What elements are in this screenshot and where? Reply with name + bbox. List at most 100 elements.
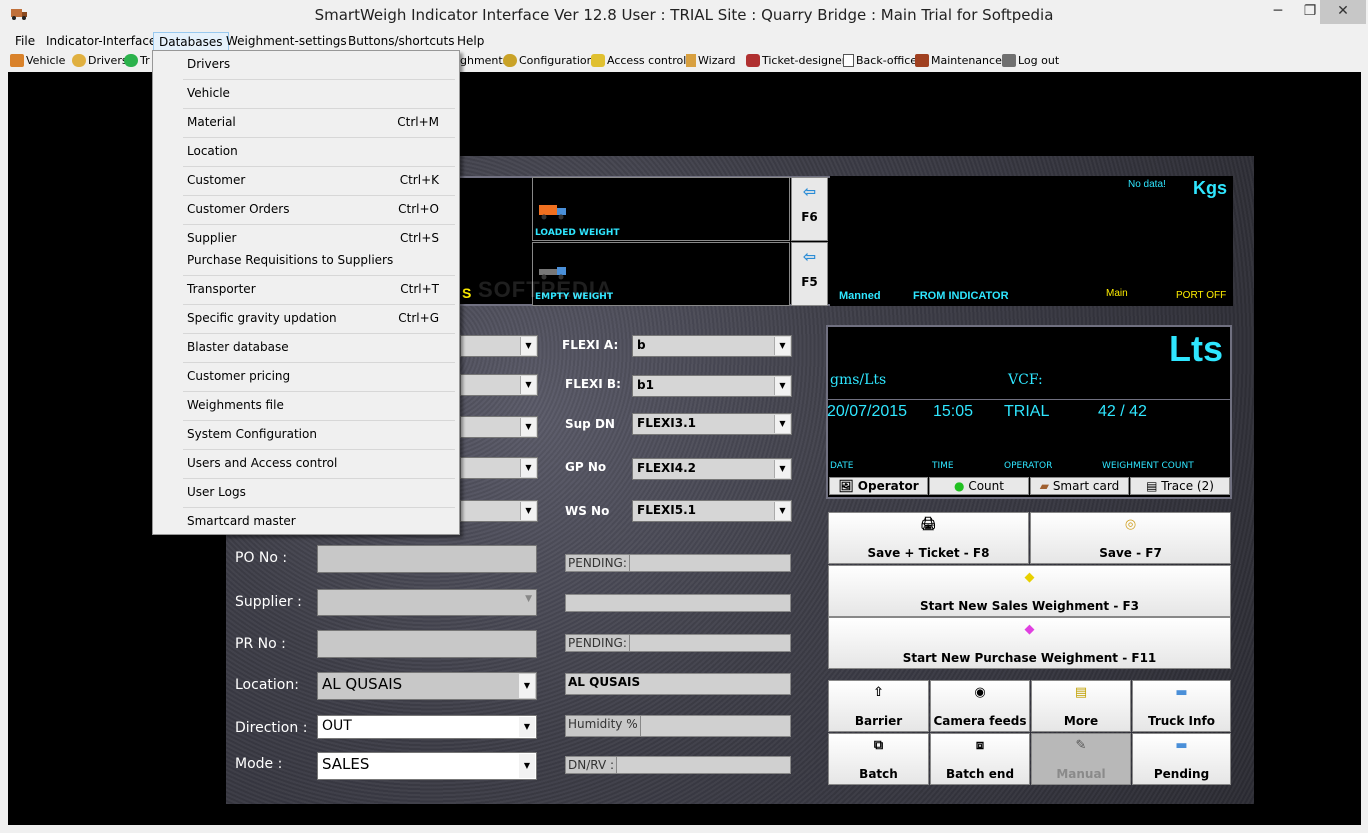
toolbar-ticket-designer[interactable]: Ticket-designer <box>746 54 846 67</box>
menu-item-weighments-file[interactable]: Weighments file <box>155 394 457 416</box>
menu-item-customer[interactable]: Customer Ctrl+K <box>155 169 457 191</box>
menu-item-material[interactable]: Material Ctrl+M <box>155 111 457 133</box>
toolbar-log-out[interactable]: Log out <box>1002 54 1059 67</box>
tab-smart-card[interactable]: ▰ Smart card <box>1030 477 1129 495</box>
flexi-b-combo[interactable]: b1 ▼ <box>632 375 792 397</box>
batch-end-button[interactable]: ⧈ Batch end <box>930 733 1030 785</box>
title-bar: SmartWeigh Indicator Interface Ver 12.8 … <box>0 0 1368 31</box>
menu-item-customer-pricing[interactable]: Customer pricing <box>155 365 457 387</box>
start-sales-button[interactable]: ◆ Start New Sales Weighment - F3 <box>828 565 1231 617</box>
truck-icon <box>10 54 24 67</box>
humidity-field[interactable]: Humidity % <box>565 715 791 737</box>
menu-item-drivers[interactable]: Drivers <box>155 53 457 75</box>
toolbar-vehicle[interactable]: Vehicle <box>10 54 65 67</box>
toolbar-drivers[interactable]: Drivers <box>72 54 128 67</box>
menu-item-vehicle[interactable]: Vehicle <box>155 82 457 104</box>
tab-operator[interactable]: 🖼 Operator <box>829 477 928 495</box>
sup-dn-combo[interactable]: FLEXI3.1 ▼ <box>632 413 792 435</box>
menu-indicator-interface[interactable]: Indicator-Interface <box>41 32 161 51</box>
menu-help[interactable]: Help <box>452 32 489 51</box>
camera-feeds-button[interactable]: ◉ Camera feeds <box>930 680 1030 732</box>
menu-item-smartcard-master[interactable]: Smartcard master <box>155 510 457 532</box>
chevron-down-icon: ▼ <box>774 415 790 433</box>
operator-value: TRIAL <box>1004 403 1050 420</box>
menu-item-system-configuration[interactable]: System Configuration <box>155 423 457 445</box>
f5-button[interactable]: ⇦ F5 <box>791 242 828 306</box>
truck-icon: ▬ <box>1175 738 1188 753</box>
field-5-combo[interactable]: ▼ <box>460 500 538 522</box>
window-frame-left <box>0 72 8 833</box>
location-combo[interactable]: AL QUSAIS ▼ <box>317 672 537 700</box>
pr-no-field[interactable] <box>317 630 537 658</box>
menu-item-transporter[interactable]: Transporter Ctrl+T <box>155 278 457 300</box>
menu-item-purchase-requisitions[interactable]: Purchase Requisitions to Suppliers <box>155 249 457 271</box>
toolbar-access-control[interactable]: Access control <box>591 54 686 67</box>
menu-item-location[interactable]: Location <box>155 140 457 162</box>
supplier-info-field[interactable] <box>565 594 791 612</box>
flexi-b-label: FLEXI B: <box>565 377 621 391</box>
start-purchase-button[interactable]: ◆ Start New Purchase Weighment - F11 <box>828 617 1231 669</box>
menu-databases[interactable]: Databases <box>153 32 229 51</box>
tab-trace[interactable]: ▤ Trace (2) <box>1130 477 1230 495</box>
toolbar-tr[interactable]: Tr <box>124 54 150 67</box>
barrier-button[interactable]: ⇧ Barrier <box>828 680 929 732</box>
operator-label: OPERATOR <box>1004 461 1053 471</box>
info-divider <box>828 399 1232 400</box>
location-text: AL QUSAIS <box>565 673 791 695</box>
edit-icon: ✎ <box>1075 738 1087 753</box>
minimize-button[interactable]: ─ <box>1263 0 1293 24</box>
chevron-down-icon: ▼ <box>520 502 536 520</box>
close-button[interactable]: ✕ <box>1320 0 1366 24</box>
save-button[interactable]: ◎ Save - F7 <box>1030 512 1231 564</box>
count-value: 42 / 42 <box>1098 403 1147 420</box>
toolbar-configuration[interactable]: Configuration <box>503 54 594 67</box>
arrow-left-icon: ⇦ <box>802 247 817 266</box>
chevron-down-icon: ▼ <box>520 376 536 394</box>
field-1-combo[interactable]: ▼ <box>460 335 538 357</box>
supplier-label: Supplier : <box>235 594 302 610</box>
dn-rv-field[interactable]: DN/RV : <box>565 756 791 774</box>
more-button[interactable]: ▤ More <box>1031 680 1131 732</box>
menu-item-user-logs[interactable]: User Logs <box>155 481 457 503</box>
no-data-text: No data! <box>1128 179 1166 190</box>
menu-file[interactable]: File <box>10 32 40 51</box>
direction-combo[interactable]: OUT ▼ <box>317 715 537 739</box>
batch-button[interactable]: ⧉ Batch <box>828 733 929 785</box>
manual-button[interactable]: ✎ Manual <box>1031 733 1131 785</box>
menu-item-users-access-control[interactable]: Users and Access control <box>155 452 457 474</box>
menu-item-specific-gravity[interactable]: Specific gravity updation Ctrl+G <box>155 307 457 329</box>
tab-count[interactable]: ● Count <box>929 477 1029 495</box>
f6-button[interactable]: ⇦ F6 <box>791 177 828 241</box>
field-4-combo[interactable]: ▼ <box>460 457 538 479</box>
toolbar-weighments[interactable]: ghments <box>460 54 508 67</box>
gp-no-label: GP No <box>565 460 607 474</box>
field-3-combo[interactable]: ▼ <box>460 416 538 438</box>
menu-buttons-shortcuts[interactable]: Buttons/shortcuts <box>343 32 460 51</box>
menu-item-customer-orders[interactable]: Customer Orders Ctrl+O <box>155 198 457 220</box>
toolbar-wizard[interactable]: Wizard <box>686 54 736 67</box>
toolbar-back-office[interactable]: Back-office <box>843 54 917 67</box>
chevron-down-icon: ▼ <box>520 459 536 477</box>
printer-icon: 🖨 <box>920 517 937 532</box>
mode-combo[interactable]: SALES ▼ <box>317 752 537 780</box>
loaded-weight-label: LOADED WEIGHT <box>535 228 620 238</box>
menu-weighment-settings[interactable]: Weighment-settings <box>221 32 352 51</box>
menu-item-blaster-database[interactable]: Blaster database <box>155 336 457 358</box>
pr-no-label: PR No : <box>235 636 286 652</box>
arrow-left-icon: ⇦ <box>802 182 817 201</box>
direction-label: Direction : <box>235 720 308 736</box>
pending-button[interactable]: ▬ Pending <box>1132 733 1231 785</box>
field-2-combo[interactable]: ▼ <box>460 374 538 396</box>
ws-no-combo[interactable]: FLEXI5.1 ▼ <box>632 500 792 522</box>
port-status: PORT OFF <box>1176 290 1227 301</box>
truck-info-button[interactable]: ▬ Truck Info <box>1132 680 1231 732</box>
key-icon <box>591 54 605 67</box>
flexi-a-combo[interactable]: b ▼ <box>632 335 792 357</box>
toolbar-maintenance[interactable]: Maintenance <box>915 54 1002 67</box>
supplier-field[interactable]: ▼ <box>317 589 537 616</box>
save-ticket-button[interactable]: 🖨 Save + Ticket - F8 <box>828 512 1029 564</box>
po-no-field[interactable] <box>317 545 537 573</box>
gp-no-combo[interactable]: FLEXI4.2 ▼ <box>632 458 792 480</box>
date-value: 20/07/2015 <box>827 403 908 420</box>
menu-item-supplier[interactable]: Supplier Ctrl+S <box>155 227 457 249</box>
